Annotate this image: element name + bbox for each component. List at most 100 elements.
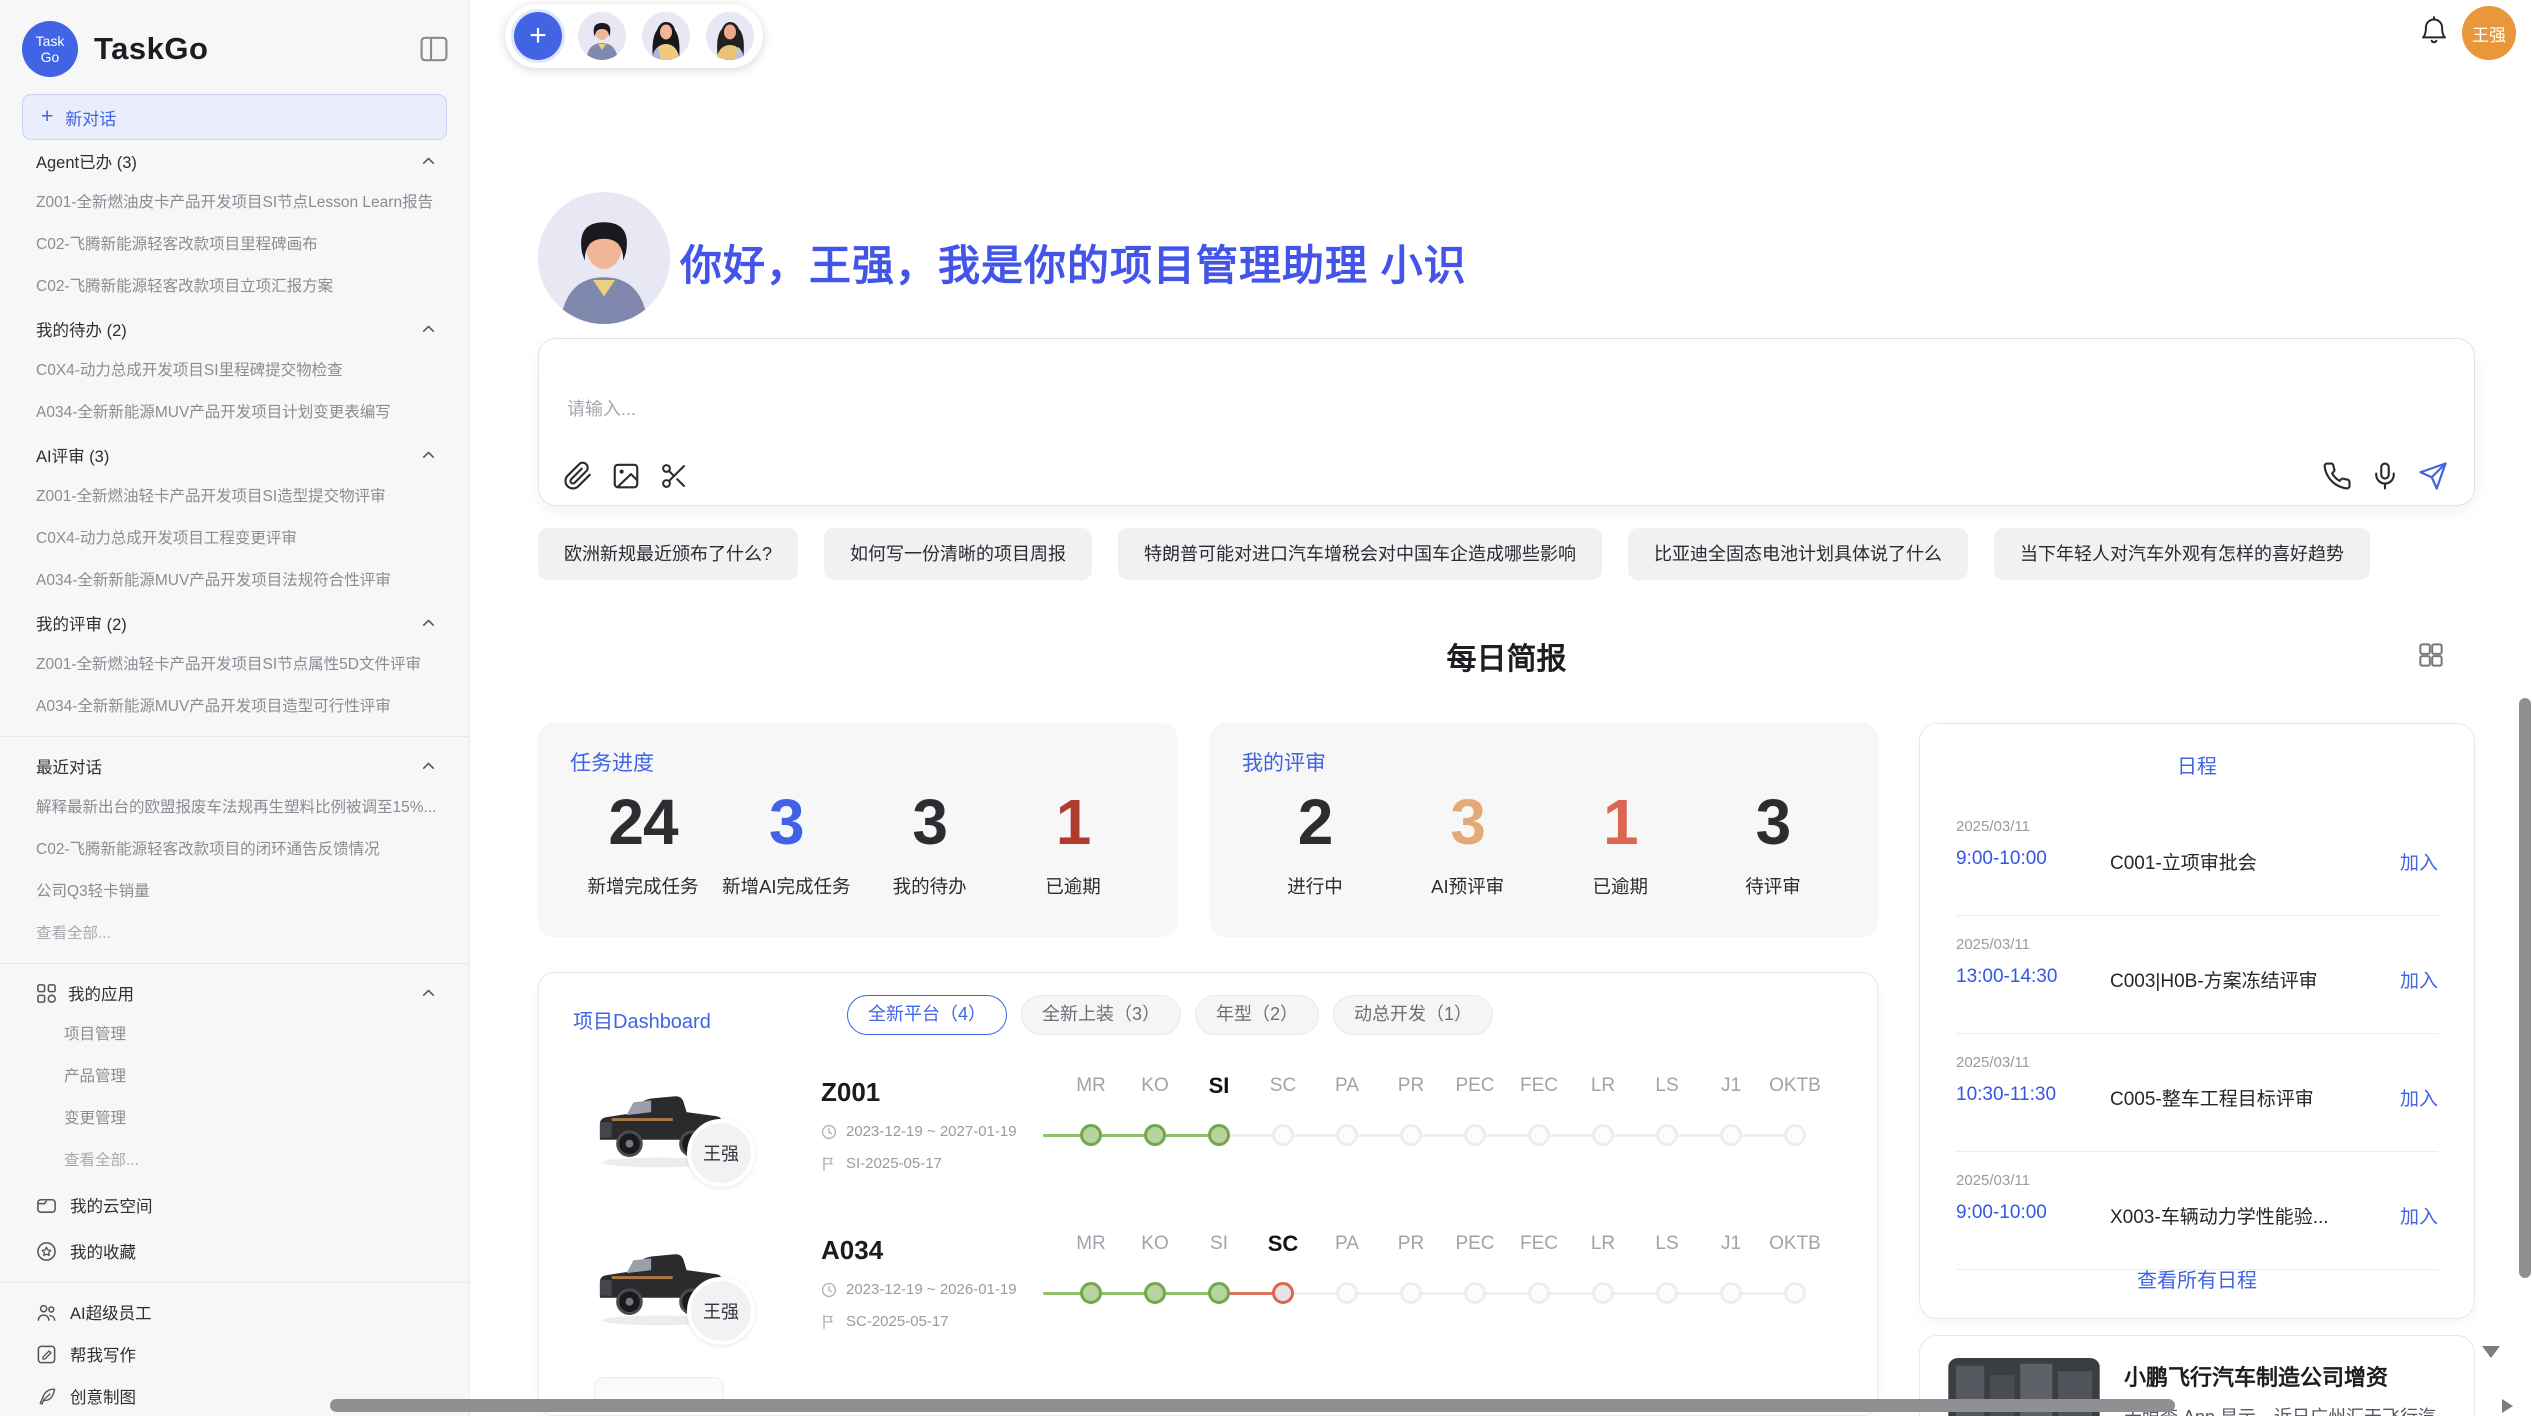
suggestion-chip[interactable]: 欧洲新规最近颁布了什么? (538, 528, 798, 580)
collapse-sidebar-icon[interactable] (419, 36, 449, 62)
stat-review-overdue[interactable]: 1 已逾期 (1555, 785, 1685, 899)
tab-model-year[interactable]: 年型（2） (1195, 995, 1319, 1035)
join-link[interactable]: 加入 (2400, 1084, 2438, 1111)
recent-chat-item[interactable]: C02-飞腾新能源轻客改款项目的闭环通告反馈情况 (0, 829, 469, 871)
milestone-dot[interactable] (1336, 1282, 1358, 1304)
milestone-dot[interactable] (1784, 1282, 1806, 1304)
milestone-dot-done[interactable] (1144, 1282, 1166, 1304)
section-my-todo[interactable]: 我的待办 (2) (0, 308, 469, 350)
milestone-dot[interactable] (1464, 1282, 1486, 1304)
recent-view-all[interactable]: 查看全部... (0, 913, 469, 955)
agent-avatar-1[interactable] (578, 12, 626, 60)
sidebar-item[interactable]: A034-全新新能源MUV产品开发项目造型可行性评审 (0, 686, 469, 728)
image-icon[interactable] (611, 461, 641, 491)
join-link[interactable]: 加入 (2400, 848, 2438, 875)
milestone-dot[interactable] (1336, 1124, 1358, 1146)
suggestion-chip[interactable]: 比亚迪全固态电池计划具体说了什么 (1628, 528, 1968, 580)
apps-view-all[interactable]: 查看全部... (0, 1140, 469, 1182)
user-avatar[interactable]: 王强 (2462, 6, 2516, 60)
milestone-dot[interactable] (1464, 1124, 1486, 1146)
milestone-dot[interactable] (1400, 1124, 1422, 1146)
schedule-event[interactable]: 2025/03/11 9:00-10:00 X003-车辆动力学性能验... 加… (1956, 1166, 2438, 1270)
agent-avatar-2[interactable] (642, 12, 690, 60)
app-item-change-mgmt[interactable]: 变更管理 (0, 1098, 469, 1140)
milestone-dot[interactable] (1656, 1124, 1678, 1146)
chevron-up-icon[interactable] (422, 762, 435, 770)
stat-ai-pre-review[interactable]: 3 AI预评审 (1403, 785, 1533, 899)
sidebar-item[interactable]: Z001-全新燃油皮卡产品开发项目SI节点Lesson Learn报告 (0, 182, 469, 224)
view-all-schedule-link[interactable]: 查看所有日程 (1920, 1264, 2474, 1293)
schedule-event[interactable]: 2025/03/11 9:00-10:00 C001-立项审批会 加入 (1956, 812, 2438, 916)
stat-new-ai-done[interactable]: 3 新增AI完成任务 (721, 785, 851, 899)
milestone-dot[interactable] (1720, 1124, 1742, 1146)
suggestion-chip[interactable]: 特朗普可能对进口汽车增税会对中国车企造成哪些影响 (1118, 528, 1602, 580)
app-item-product-mgmt[interactable]: 产品管理 (0, 1056, 469, 1098)
scroll-down-arrow[interactable] (2482, 1346, 2500, 1358)
add-agent-button[interactable]: + (514, 12, 562, 60)
vertical-scrollbar[interactable] (2519, 698, 2531, 1278)
suggestion-chip[interactable]: 当下年轻人对汽车外观有怎样的喜好趋势 (1994, 528, 2370, 580)
milestone-dot-overdue[interactable] (1272, 1282, 1294, 1304)
milestone-dot-done[interactable] (1080, 1124, 1102, 1146)
tab-powertrain-dev[interactable]: 动总开发（1） (1333, 995, 1493, 1035)
milestone-dot[interactable] (1272, 1124, 1294, 1146)
stat-my-todo[interactable]: 3 我的待办 (865, 785, 995, 899)
section-my-apps[interactable]: 我的应用 (0, 972, 469, 1014)
chevron-up-icon[interactable] (422, 619, 435, 627)
layout-grid-icon[interactable] (2418, 642, 2444, 668)
suggestion-chip[interactable]: 如何写一份清晰的项目周报 (824, 528, 1092, 580)
sidebar-item-ai-super-staff[interactable]: AI超级员工 (0, 1291, 469, 1333)
section-agent-done[interactable]: Agent已办 (3) (0, 140, 469, 182)
sidebar-item[interactable]: C0X4-动力总成开发项目SI里程碑提交物检查 (0, 350, 469, 392)
milestone-dot-done[interactable] (1208, 1282, 1230, 1304)
chevron-up-icon[interactable] (422, 451, 435, 459)
section-my-review[interactable]: 我的评审 (2) (0, 602, 469, 644)
tab-all-new-platform[interactable]: 全新平台（4） (847, 995, 1007, 1035)
section-ai-review[interactable]: AI评审 (3) (0, 434, 469, 476)
new-chat-button[interactable]: + 新对话 (22, 94, 447, 140)
sidebar-item[interactable]: C02-飞腾新能源轻客改款项目里程碑画布 (0, 224, 469, 266)
sidebar-item-help-me-write[interactable]: 帮我写作 (0, 1333, 469, 1375)
attachment-icon[interactable] (563, 461, 593, 491)
stat-new-done[interactable]: 24 新增完成任务 (578, 785, 708, 899)
milestone-dot[interactable] (1656, 1282, 1678, 1304)
scissors-icon[interactable] (659, 461, 689, 491)
stat-in-progress[interactable]: 2 进行中 (1250, 785, 1380, 899)
sidebar-item[interactable]: A034-全新新能源MUV产品开发项目法规符合性评审 (0, 560, 469, 602)
sidebar-item-favorites[interactable]: 我的收藏 (0, 1228, 469, 1274)
tab-all-new-body[interactable]: 全新上装（3） (1021, 995, 1181, 1035)
recent-chat-item[interactable]: 解释最新出台的欧盟报废车法规再生塑料比例被调至15%... (0, 787, 469, 829)
stat-overdue[interactable]: 1 已逾期 (1008, 785, 1138, 899)
app-item-project-mgmt[interactable]: 项目管理 (0, 1014, 469, 1056)
stat-pending-review[interactable]: 3 待评审 (1708, 785, 1838, 899)
milestone-dot[interactable] (1528, 1282, 1550, 1304)
sidebar-item[interactable]: C02-飞腾新能源轻客改款项目立项汇报方案 (0, 266, 469, 308)
milestone-dot-done[interactable] (1144, 1124, 1166, 1146)
microphone-icon[interactable] (2370, 461, 2400, 491)
join-link[interactable]: 加入 (2400, 1202, 2438, 1229)
section-recent-chats[interactable]: 最近对话 (0, 745, 469, 787)
project-row-a034[interactable]: 王强 A034 2023-12-19 ~ 2026-01-19 SC-2025-… (539, 1219, 1877, 1377)
agent-avatar-3[interactable] (706, 12, 754, 60)
sidebar-item[interactable]: Z001-全新燃油轻卡产品开发项目SI造型提交物评审 (0, 476, 469, 518)
join-link[interactable]: 加入 (2400, 966, 2438, 993)
milestone-dot[interactable] (1528, 1124, 1550, 1146)
milestone-dot-done[interactable] (1080, 1282, 1102, 1304)
milestone-dot[interactable] (1592, 1282, 1614, 1304)
chevron-up-icon[interactable] (422, 157, 435, 165)
milestone-dot[interactable] (1592, 1124, 1614, 1146)
scroll-right-arrow[interactable] (2502, 1399, 2513, 1413)
milestone-dot-current[interactable] (1208, 1124, 1230, 1146)
chat-input[interactable] (567, 391, 1767, 427)
recent-chat-item[interactable]: 公司Q3轻卡销量 (0, 871, 469, 913)
project-row-z001[interactable]: 王强 Z001 2023-12-19 ~ 2027-01-19 SI-2025-… (539, 1061, 1877, 1219)
milestone-dot[interactable] (1784, 1124, 1806, 1146)
schedule-event[interactable]: 2025/03/11 13:00-14:30 C003|H0B-方案冻结评审 加… (1956, 930, 2438, 1034)
send-icon[interactable] (2418, 461, 2448, 491)
notification-bell-icon[interactable] (2420, 16, 2448, 46)
sidebar-item[interactable]: C0X4-动力总成开发项目工程变更评审 (0, 518, 469, 560)
phone-call-icon[interactable] (2322, 461, 2352, 491)
milestone-dot[interactable] (1400, 1282, 1422, 1304)
schedule-event[interactable]: 2025/03/11 10:30-11:30 C005-整车工程目标评审 加入 (1956, 1048, 2438, 1152)
horizontal-scrollbar[interactable] (330, 1399, 2175, 1412)
